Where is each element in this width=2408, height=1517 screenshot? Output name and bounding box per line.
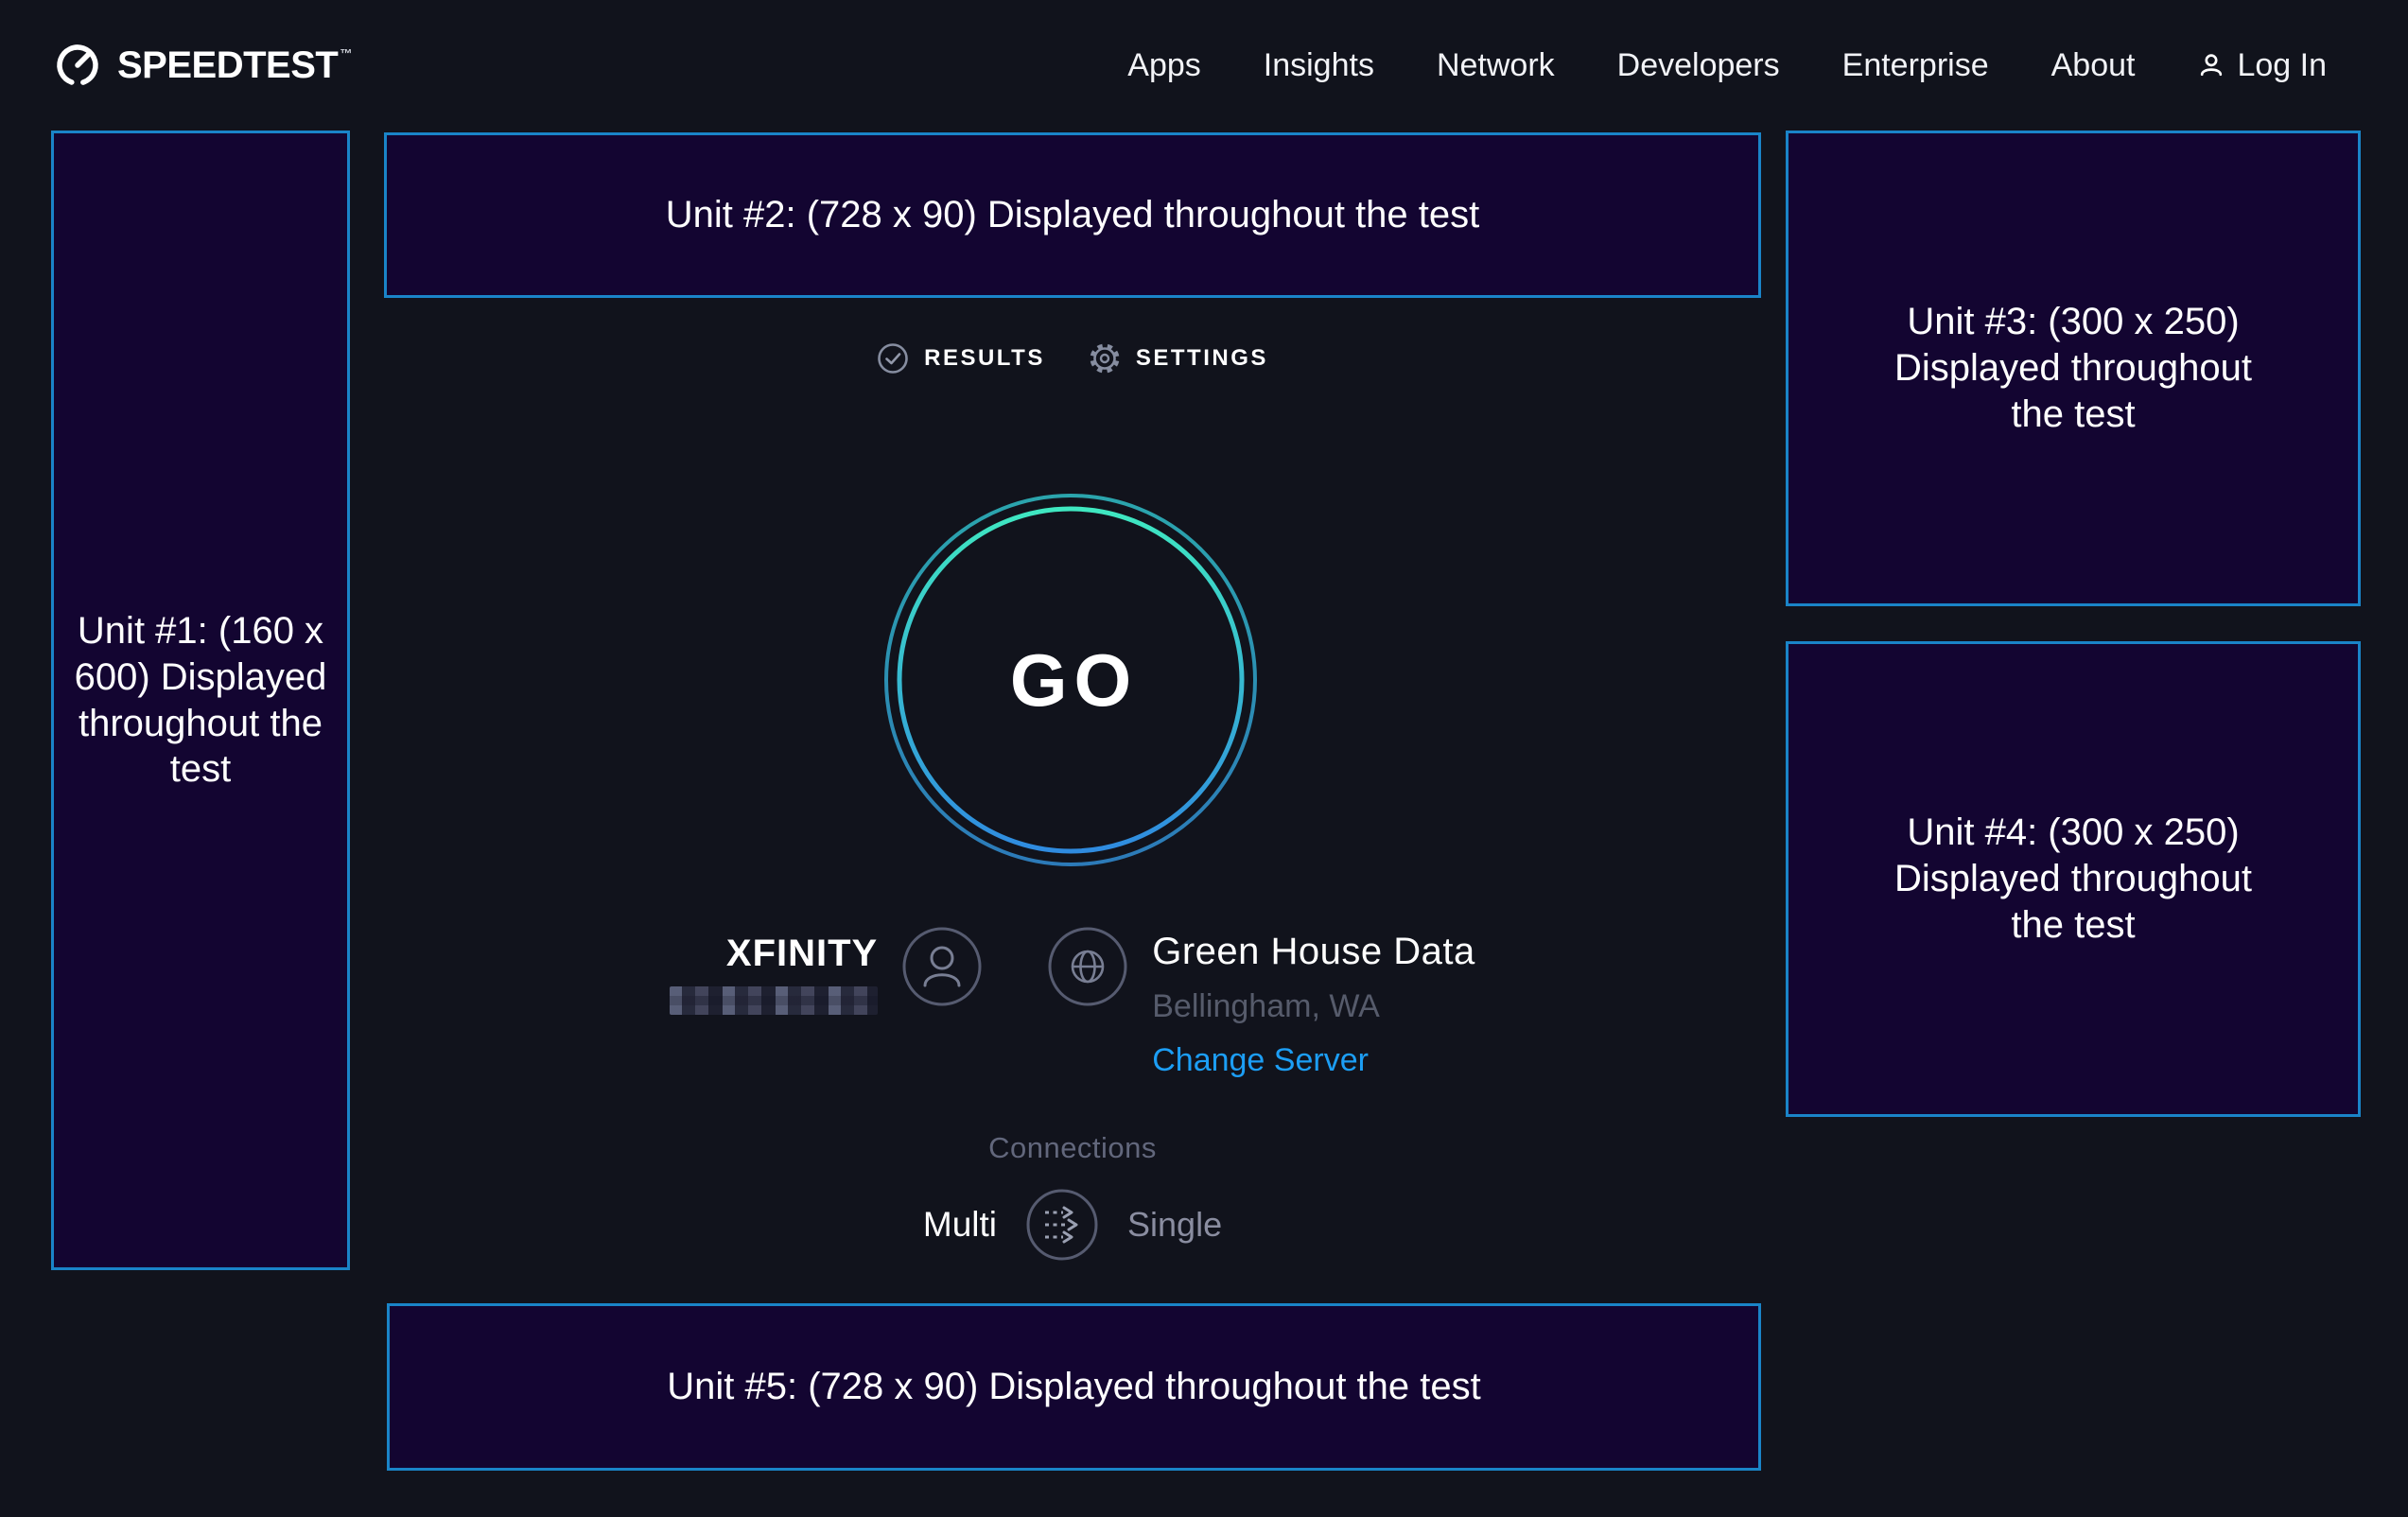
ad-unit-5[interactable]: Unit #5: (728 x 90) Displayed throughout… bbox=[387, 1303, 1761, 1471]
ad-unit-5-text: Unit #5: (728 x 90) Displayed throughout… bbox=[667, 1364, 1481, 1410]
header: SPEEDTEST ™ Apps Insights Network Develo… bbox=[0, 0, 2408, 131]
gear-icon bbox=[1089, 342, 1121, 375]
isp-detail-redacted bbox=[670, 986, 878, 1015]
tab-settings[interactable]: SETTINGS bbox=[1089, 342, 1268, 375]
trademark-symbol: ™ bbox=[340, 46, 352, 61]
speedtest-logo[interactable]: SPEEDTEST ™ bbox=[53, 41, 352, 90]
ad-unit-4-text: Unit #4: (300 x 250) Displayed throughou… bbox=[1878, 810, 2268, 948]
nav-item-enterprise[interactable]: Enterprise bbox=[1842, 47, 1989, 84]
nav-item-apps[interactable]: Apps bbox=[1127, 47, 1201, 84]
server-location: Bellingham, WA bbox=[1152, 988, 1380, 1025]
check-circle-icon bbox=[877, 342, 909, 375]
ad-unit-2[interactable]: Unit #2: (728 x 90) Displayed throughout… bbox=[384, 132, 1761, 298]
main-nav: Apps Insights Network Developers Enterpr… bbox=[1127, 47, 2327, 84]
server-name: Green House Data bbox=[1152, 931, 1475, 973]
go-button[interactable]: GO bbox=[881, 491, 1260, 869]
logo-wordmark: SPEEDTEST ™ bbox=[117, 44, 352, 87]
ad-unit-1[interactable]: Unit #1: (160 x 600) Displayed throughou… bbox=[51, 131, 350, 1270]
login-button[interactable]: Log In bbox=[2197, 47, 2327, 84]
tab-results[interactable]: RESULTS bbox=[877, 342, 1045, 375]
ad-unit-2-text: Unit #2: (728 x 90) Displayed throughout… bbox=[666, 192, 1480, 238]
connections-section: Connections Multi Single bbox=[384, 1131, 1761, 1262]
connection-info-row: XFINITY Green House Data Bellingham, WA … bbox=[384, 927, 1761, 1079]
connections-option-single[interactable]: Single bbox=[1127, 1205, 1222, 1245]
isp-avatar-icon[interactable] bbox=[902, 927, 982, 1006]
tab-results-label: RESULTS bbox=[924, 345, 1045, 372]
nav-item-developers[interactable]: Developers bbox=[1617, 47, 1780, 84]
speedtest-gauge-icon bbox=[53, 41, 102, 90]
change-server-link[interactable]: Change Server bbox=[1152, 1042, 1369, 1079]
login-label: Log In bbox=[2237, 47, 2327, 84]
person-icon bbox=[2197, 51, 2225, 79]
ad-unit-4[interactable]: Unit #4: (300 x 250) Displayed throughou… bbox=[1786, 641, 2361, 1117]
isp-name: XFINITY bbox=[726, 933, 878, 975]
ad-unit-1-text: Unit #1: (160 x 600) Displayed throughou… bbox=[63, 608, 338, 793]
server-info: Green House Data Bellingham, WA Change S… bbox=[1048, 927, 1475, 1079]
nav-item-network[interactable]: Network bbox=[1437, 47, 1555, 84]
tab-settings-label: SETTINGS bbox=[1136, 345, 1268, 372]
globe-icon[interactable] bbox=[1048, 927, 1127, 1006]
ad-unit-3-text: Unit #3: (300 x 250) Displayed throughou… bbox=[1878, 299, 2268, 437]
results-settings-tabs: RESULTS SETTINGS bbox=[384, 342, 1761, 375]
connections-option-multi[interactable]: Multi bbox=[923, 1205, 997, 1245]
go-button-label: GO bbox=[881, 491, 1260, 869]
connections-label: Connections bbox=[384, 1131, 1761, 1165]
multi-connections-icon[interactable] bbox=[1025, 1188, 1099, 1262]
nav-item-insights[interactable]: Insights bbox=[1264, 47, 1374, 84]
nav-item-about[interactable]: About bbox=[2051, 47, 2136, 84]
isp-info: XFINITY bbox=[670, 927, 982, 1015]
ad-unit-3[interactable]: Unit #3: (300 x 250) Displayed throughou… bbox=[1786, 131, 2361, 606]
